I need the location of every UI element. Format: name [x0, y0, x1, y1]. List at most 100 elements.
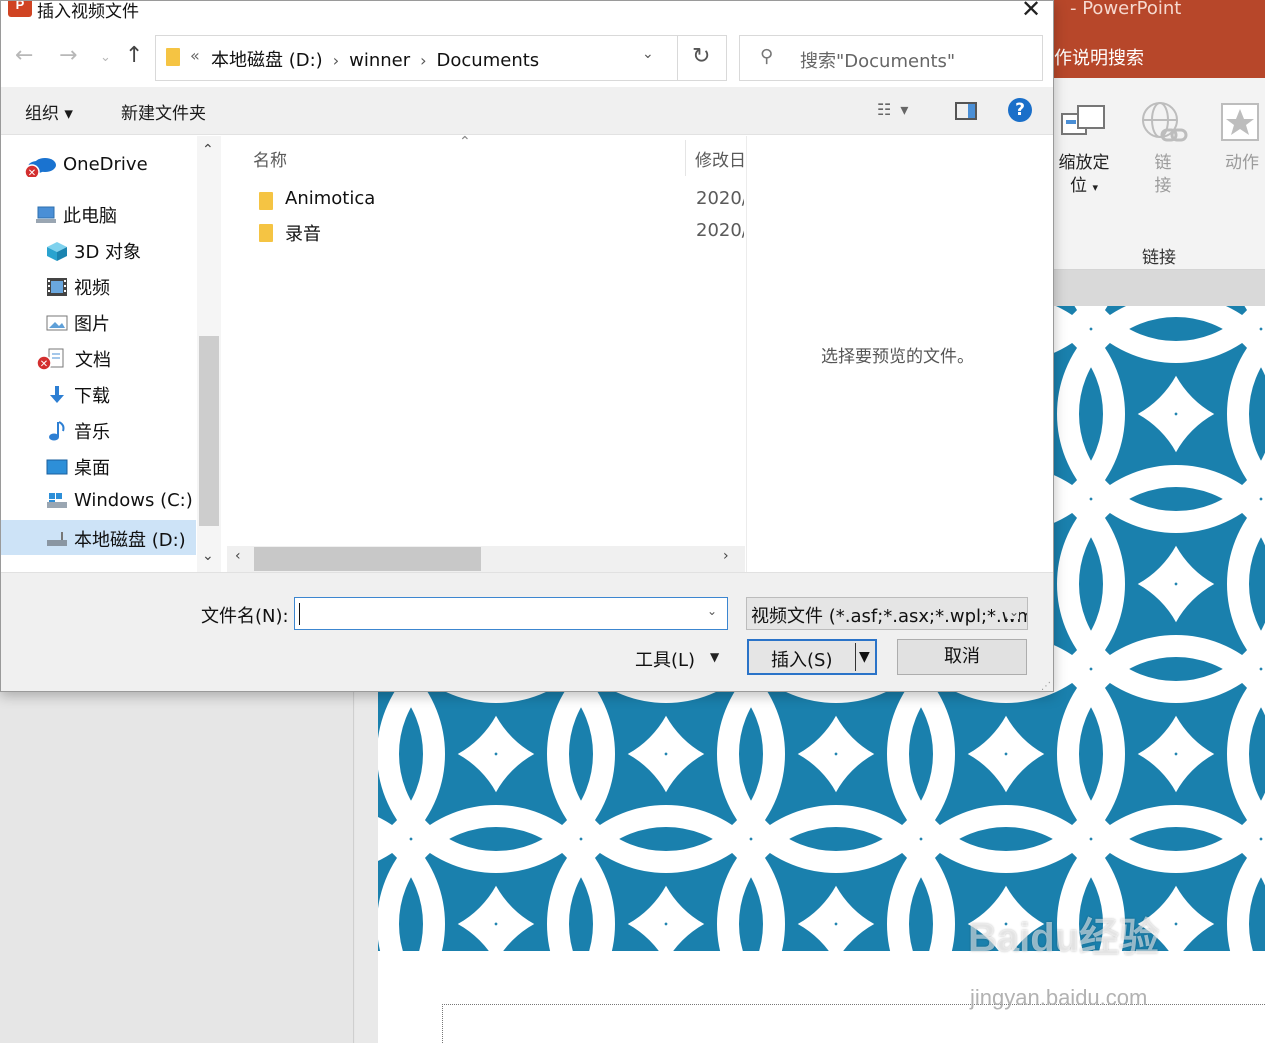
list-item[interactable]: 录音 2020/: [253, 218, 744, 246]
command-bar: 组织 ▾ 新建文件夹 ☷ ▾ ?: [1, 87, 1053, 135]
file-type-select[interactable]: 视频文件 (*.asf;*.asx;*.wpl;*.wm ⌄: [746, 597, 1028, 630]
dialog-title: 插入视频文件: [37, 2, 139, 22]
text-caret: [299, 603, 300, 625]
breadcrumb-separator[interactable]: ›: [333, 51, 339, 70]
column-header-name[interactable]: 名称: [253, 146, 287, 171]
insert-button[interactable]: 插入(S) ▼: [747, 639, 877, 675]
zoom-button[interactable]: 缩放定 位 ▾: [1056, 152, 1112, 199]
nav-scrollbar-thumb[interactable]: [199, 336, 219, 526]
scroll-down-icon[interactable]: ⌄: [202, 548, 214, 564]
ruler-strip: [1054, 270, 1265, 306]
sidebar-item-documents[interactable]: ✕ 文档: [35, 346, 111, 372]
slide-thumbnail-pane[interactable]: [0, 690, 354, 1043]
sidebar-item-local-disk-d[interactable]: 本地磁盘 (D:): [46, 526, 186, 552]
sidebar-item-label: 视频: [74, 278, 110, 299]
download-icon: [46, 385, 68, 405]
list-item[interactable]: Animotica 2020/: [253, 186, 744, 214]
breadcrumb-separator[interactable]: ›: [420, 51, 426, 70]
sidebar-item-label: 下载: [74, 386, 110, 407]
tell-me-search[interactable]: 作说明搜索: [1054, 44, 1144, 70]
column-divider[interactable]: [685, 140, 686, 176]
chevron-down-icon[interactable]: ⌄: [1007, 605, 1020, 619]
preview-message: 选择要预览的文件。: [821, 347, 974, 367]
horizontal-scrollbar-thumb[interactable]: [254, 547, 481, 571]
desktop-icon: [46, 457, 68, 477]
sidebar-item-label: 本地磁盘 (D:): [74, 530, 186, 551]
sidebar-item-this-pc[interactable]: 此电脑: [35, 202, 117, 228]
sidebar-item-label: 此电脑: [63, 206, 117, 227]
horizontal-scrollbar[interactable]: ‹ ›: [227, 546, 745, 572]
view-options-icon[interactable]: ☷ ▾: [877, 100, 910, 119]
sidebar-item-label: 音乐: [74, 422, 110, 443]
scroll-left-icon[interactable]: ‹: [235, 548, 241, 564]
cancel-button[interactable]: 取消: [897, 639, 1027, 675]
back-arrow-icon[interactable]: ←: [15, 43, 33, 68]
forward-arrow-icon[interactable]: →: [59, 43, 77, 68]
link-button[interactable]: 链 接: [1150, 152, 1176, 198]
refresh-icon[interactable]: ↻: [692, 44, 710, 69]
powerpoint-app-name: - PowerPoint: [1070, 0, 1182, 19]
folder-icon: [259, 224, 273, 242]
tools-button[interactable]: 工具(L): [635, 646, 695, 672]
recent-locations-chevron-icon[interactable]: ⌄: [100, 50, 111, 65]
new-folder-button[interactable]: 新建文件夹: [121, 99, 206, 124]
breadcrumb-drive[interactable]: 本地磁盘 (D:): [211, 50, 323, 71]
cube-icon: [46, 241, 68, 261]
sidebar-item-videos[interactable]: 视频: [46, 274, 110, 300]
zoom-icon[interactable]: [1060, 102, 1108, 142]
filename-field[interactable]: ⌄: [294, 597, 728, 630]
breadcrumb-documents[interactable]: Documents: [437, 50, 540, 71]
close-button[interactable]: ✕: [1017, 1, 1045, 23]
sidebar-item-label: 文档: [75, 350, 111, 371]
zoom-label-line1: 缩放定: [1058, 153, 1110, 173]
insert-options-arrow-icon[interactable]: ▼: [859, 649, 870, 665]
file-date: 2020/: [696, 188, 744, 209]
picture-icon: [46, 313, 68, 333]
address-divider: [677, 36, 678, 80]
chevron-down-icon[interactable]: ⌄: [707, 604, 717, 618]
sidebar-item-music[interactable]: 音乐: [46, 418, 110, 444]
overflow-chevron-icon[interactable]: «: [190, 46, 200, 65]
sidebar-item-pictures[interactable]: 图片: [46, 310, 110, 336]
sidebar-item-desktop[interactable]: 桌面: [46, 454, 110, 480]
star-action-icon[interactable]: [1220, 102, 1260, 142]
chevron-down-icon[interactable]: ⌄: [642, 46, 654, 62]
video-icon: [46, 277, 68, 297]
breadcrumb-winner[interactable]: winner: [349, 50, 410, 71]
file-type-value: 视频文件 (*.asf;*.asx;*.wpl;*.wm: [751, 606, 1028, 627]
sidebar-item-downloads[interactable]: 下载: [46, 382, 110, 408]
scroll-right-icon[interactable]: ›: [723, 548, 729, 564]
sidebar-item-label: 桌面: [74, 458, 110, 479]
action-button[interactable]: 动作: [1222, 152, 1262, 175]
file-name: Animotica: [285, 188, 376, 209]
sort-ascending-icon: ⌃: [459, 134, 471, 150]
link-label-line1: 链: [1154, 153, 1172, 173]
sidebar-item-label: 3D 对象: [74, 242, 142, 263]
svg-text:✕: ✕: [40, 359, 48, 370]
caret-down-icon[interactable]: ▼: [710, 650, 719, 664]
sidebar-item-3d-objects[interactable]: 3D 对象: [46, 238, 141, 264]
link-label-line2: 接: [1154, 176, 1172, 196]
ribbon-group-label: 链接: [1142, 248, 1176, 268]
sidebar-item-onedrive[interactable]: ✕ OneDrive: [23, 154, 148, 177]
insert-label: 插入(S): [771, 650, 833, 671]
scroll-up-icon[interactable]: ⌃: [202, 142, 214, 158]
resize-grip-icon[interactable]: ⋰: [1041, 681, 1051, 691]
up-arrow-icon[interactable]: ↑: [125, 43, 143, 68]
powerpoint-app-icon: P: [8, 1, 32, 17]
organize-button[interactable]: 组织 ▾: [25, 99, 73, 124]
file-date: 2020/: [696, 220, 744, 241]
search-input[interactable]: ⚲ 搜索"Documents": [739, 35, 1043, 81]
column-header-date[interactable]: 修改日期: [695, 146, 745, 171]
computer-icon: [35, 205, 57, 225]
baidu-watermark-url: jingyan.baidu.com: [970, 985, 1148, 1010]
help-icon[interactable]: ?: [1008, 98, 1032, 122]
address-bar[interactable]: « 本地磁盘 (D:) › winner › Documents ⌄ ↻: [155, 35, 727, 81]
folder-icon: [259, 192, 273, 210]
breadcrumb: 本地磁盘 (D:) › winner › Documents: [211, 46, 539, 72]
sidebar-item-windows-c[interactable]: Windows (C:): [46, 490, 193, 511]
preview-pane-icon[interactable]: [955, 102, 977, 120]
onedrive-icon: ✕: [23, 155, 56, 177]
link-icon[interactable]: [1140, 100, 1188, 150]
sidebar-item-label: 图片: [74, 314, 110, 335]
